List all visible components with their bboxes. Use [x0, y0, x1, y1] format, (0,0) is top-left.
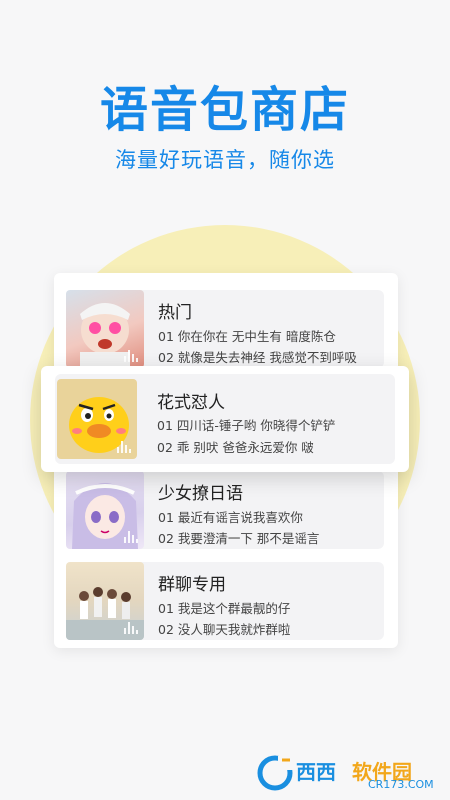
pack-sample-line: 01 我是这个群最靓的仔	[158, 601, 291, 616]
watermark-url: CR173.COM	[368, 778, 434, 791]
pack-thumbnail-anime-boy	[66, 290, 144, 368]
pack-thumbnail-anime-girl	[66, 471, 144, 549]
pack-thumbnail-yellow-duck	[57, 379, 137, 459]
pack-sample-line: 02 没人聊天我就炸群啦	[158, 622, 291, 637]
list-item[interactable]: 群聊专用 01 我是这个群最靓的仔 02 没人聊天我就炸群啦	[54, 562, 398, 640]
page-subtitle: 海量好玩语音，随你选	[115, 148, 335, 172]
pack-thumbnail-group-photo	[66, 562, 144, 640]
watermark-logo-icon	[257, 755, 294, 791]
site-watermark: 西西 软件园 CR173.COM	[256, 752, 440, 794]
pack-name: 热门	[158, 303, 192, 323]
list-item[interactable]: 少女撩日语 01 最近有谣言说我喜欢你 02 我要澄清一下 那不是谣言	[54, 471, 398, 549]
pack-sample-line: 01 你在你在 无中生有 暗度陈仓	[158, 329, 336, 344]
pack-name: 群聊专用	[158, 575, 226, 595]
pack-sample-line: 02 乖 别吠 爸爸永远爱你 啵	[157, 440, 314, 455]
list-item[interactable]: 热门 01 你在你在 无中生有 暗度陈仓 02 就像是失去神经 我感觉不到呼吸	[54, 290, 398, 368]
watermark-brand: 西西	[296, 760, 336, 784]
pack-sample-line: 02 就像是失去神经 我感觉不到呼吸	[158, 350, 357, 365]
page-title: 语音包商店	[99, 82, 350, 138]
pack-sample-line: 01 四川话-锤子哟 你晓得个铲铲	[157, 418, 336, 433]
pack-name: 花式怼人	[157, 393, 225, 413]
pack-sample-line: 02 我要澄清一下 那不是谣言	[158, 531, 320, 546]
pack-name: 少女撩日语	[158, 484, 243, 504]
list-item-selected[interactable]: 花式怼人 01 四川话-锤子哟 你晓得个铲铲 02 乖 别吠 爸爸永远爱你 啵	[41, 366, 409, 472]
pack-sample-line: 01 最近有谣言说我喜欢你	[158, 510, 303, 525]
